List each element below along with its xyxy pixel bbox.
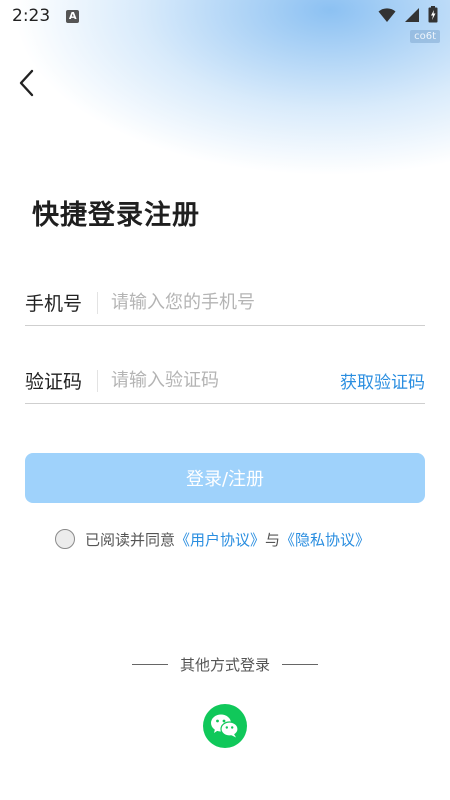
agreement-row: 已阅读并同意 《用户协议》 与 《隐私协议》 [55, 527, 370, 551]
status-time: 2:23 [12, 6, 51, 26]
agree-checkbox[interactable] [55, 529, 75, 549]
divider-line [131, 664, 168, 665]
code-label: 验证码 [25, 371, 83, 393]
other-login-divider: 其他方式登录 [0, 654, 450, 675]
notification-a-icon: A [66, 9, 80, 23]
code-field-row: 验证码 获取验证码 [25, 358, 425, 404]
other-login-label: 其他方式登录 [179, 656, 270, 674]
battery-icon [428, 6, 438, 23]
code-input[interactable] [111, 370, 340, 391]
wechat-login-button[interactable] [203, 704, 247, 748]
user-agreement-link[interactable]: 《用户协议》 [175, 529, 265, 550]
field-divider [97, 291, 98, 314]
chevron-left-icon [19, 69, 34, 97]
agreement-conjunction: 与 [265, 530, 281, 549]
device-tag: co6t [410, 30, 440, 43]
signal-icon [405, 7, 419, 22]
login-register-button[interactable]: 登录/注册 [25, 453, 425, 503]
back-button[interactable] [14, 66, 44, 100]
phone-field-row: 手机号 [25, 280, 425, 326]
page-title: 快捷登录注册 [32, 200, 200, 231]
phone-label: 手机号 [25, 293, 83, 315]
field-divider [97, 369, 98, 392]
get-code-button[interactable]: 获取验证码 [340, 368, 425, 393]
status-icons [378, 6, 438, 23]
phone-input[interactable] [111, 292, 425, 313]
wechat-icon [211, 714, 239, 738]
agreement-prefix: 已阅读并同意 [85, 530, 176, 549]
divider-line [282, 664, 318, 665]
wifi-icon [378, 7, 396, 22]
privacy-policy-link[interactable]: 《隐私协议》 [280, 529, 370, 550]
